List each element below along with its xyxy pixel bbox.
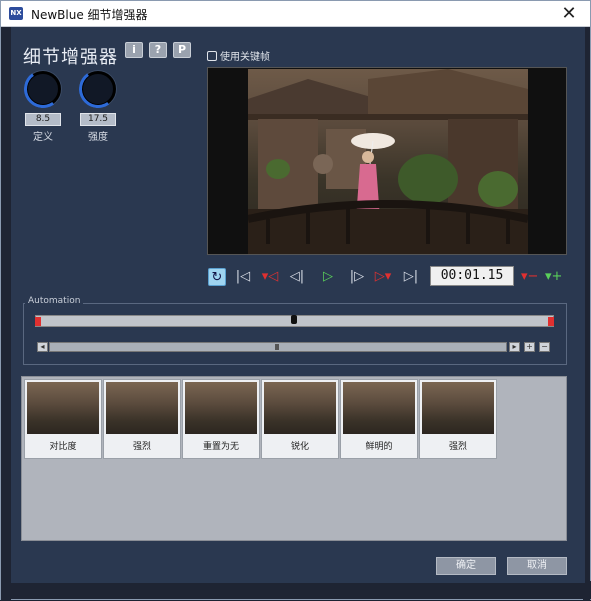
preset-thumbnail: [106, 382, 178, 434]
scroll-right-button[interactable]: ▸: [509, 342, 520, 352]
keyframe-label: 使用关键帧: [220, 52, 270, 63]
preset-label: 强烈: [132, 442, 151, 452]
scrollbar-thumb[interactable]: [275, 344, 279, 350]
effect-title: 细节增强器: [23, 47, 118, 68]
preset-card[interactable]: 锐化: [261, 379, 339, 459]
preset-label: 强烈: [448, 442, 467, 452]
video-preview: [207, 67, 567, 255]
cancel-button[interactable]: 取消: [507, 557, 567, 575]
strength-knob[interactable]: [75, 66, 121, 112]
previous-keyframe-button[interactable]: ▾◁: [260, 268, 280, 286]
preset-card[interactable]: 强烈: [103, 379, 181, 459]
app-logo-icon: NX: [9, 7, 23, 20]
preset-card[interactable]: 强烈: [419, 379, 497, 459]
checkbox-icon: [207, 51, 217, 61]
preset-button[interactable]: P: [173, 42, 191, 58]
preset-thumbnail: [27, 382, 99, 434]
ok-button[interactable]: 确定: [436, 557, 496, 575]
next-keyframe-button[interactable]: ▷▾: [373, 268, 393, 286]
preset-label: 对比度: [49, 442, 77, 452]
step-back-button[interactable]: ◁|: [289, 268, 305, 286]
remove-keyframe-button[interactable]: ▾−: [521, 268, 538, 286]
preset-label: 鲜明的: [365, 442, 393, 452]
preset-thumbnail: [343, 382, 415, 434]
automation-label: Automation: [25, 296, 84, 306]
automation-track[interactable]: [35, 315, 554, 327]
playhead-marker[interactable]: [291, 315, 297, 324]
zoom-out-button[interactable]: −: [539, 342, 550, 352]
preset-card[interactable]: 对比度: [24, 379, 102, 459]
effect-panel: 细节增强器 i ? P 8.5 定义 17.5 强度 使用关键帧 ↻ |◁ ▾◁…: [11, 27, 585, 583]
preset-thumbnail: [422, 382, 494, 434]
definition-value[interactable]: 8.5: [25, 113, 61, 126]
info-button[interactable]: i: [125, 42, 143, 58]
preset-thumbnail: [264, 382, 336, 434]
preset-card[interactable]: 鲜明的: [340, 379, 418, 459]
strength-label: 强度: [88, 132, 108, 143]
add-keyframe-button[interactable]: ▾+: [545, 268, 562, 286]
end-keyframe-marker[interactable]: [548, 317, 554, 326]
close-button[interactable]: ✕: [554, 2, 584, 26]
strength-value[interactable]: 17.5: [80, 113, 116, 126]
effect-window: NX NewBlue 细节增强器 ✕ 细节增强器 i ? P 8.5 定义 17…: [0, 0, 591, 601]
knob-arc-icon: [20, 66, 66, 112]
preset-gallery: 对比度 强烈 重置为无 锐化 鲜明的 强烈: [21, 376, 567, 541]
preview-scene-icon: [248, 69, 528, 254]
host-app-edge-bottom: [1, 581, 591, 599]
title-bar[interactable]: NX NewBlue 细节增强器 ✕: [1, 1, 590, 27]
automation-group: [23, 303, 567, 365]
preset-thumbnail: [185, 382, 257, 434]
preview-image: [248, 69, 528, 254]
preset-label: 锐化: [290, 442, 309, 452]
step-forward-button[interactable]: |▷: [349, 268, 365, 286]
definition-knob[interactable]: [20, 66, 66, 112]
start-keyframe-marker[interactable]: [35, 317, 41, 326]
go-to-end-button[interactable]: ▷|: [403, 268, 419, 286]
timecode-display[interactable]: 00:01.15: [430, 266, 514, 286]
go-to-start-button[interactable]: |◁: [235, 268, 251, 286]
definition-label: 定义: [33, 132, 53, 143]
scroll-left-button[interactable]: ◂: [37, 342, 48, 352]
knob-arc-icon: [75, 66, 121, 112]
help-button[interactable]: ?: [149, 42, 167, 58]
zoom-in-button[interactable]: +: [524, 342, 535, 352]
window-title: NewBlue 细节增强器: [31, 8, 148, 22]
loop-button[interactable]: ↻: [208, 268, 226, 286]
keyframe-checkbox[interactable]: 使用关键帧: [207, 48, 270, 63]
timeline-scrollbar[interactable]: [49, 342, 507, 352]
play-button[interactable]: ▷: [321, 268, 335, 286]
preset-label: 重置为无: [202, 442, 239, 452]
host-app-edge-left: [1, 27, 11, 601]
preset-card[interactable]: 重置为无: [182, 379, 260, 459]
